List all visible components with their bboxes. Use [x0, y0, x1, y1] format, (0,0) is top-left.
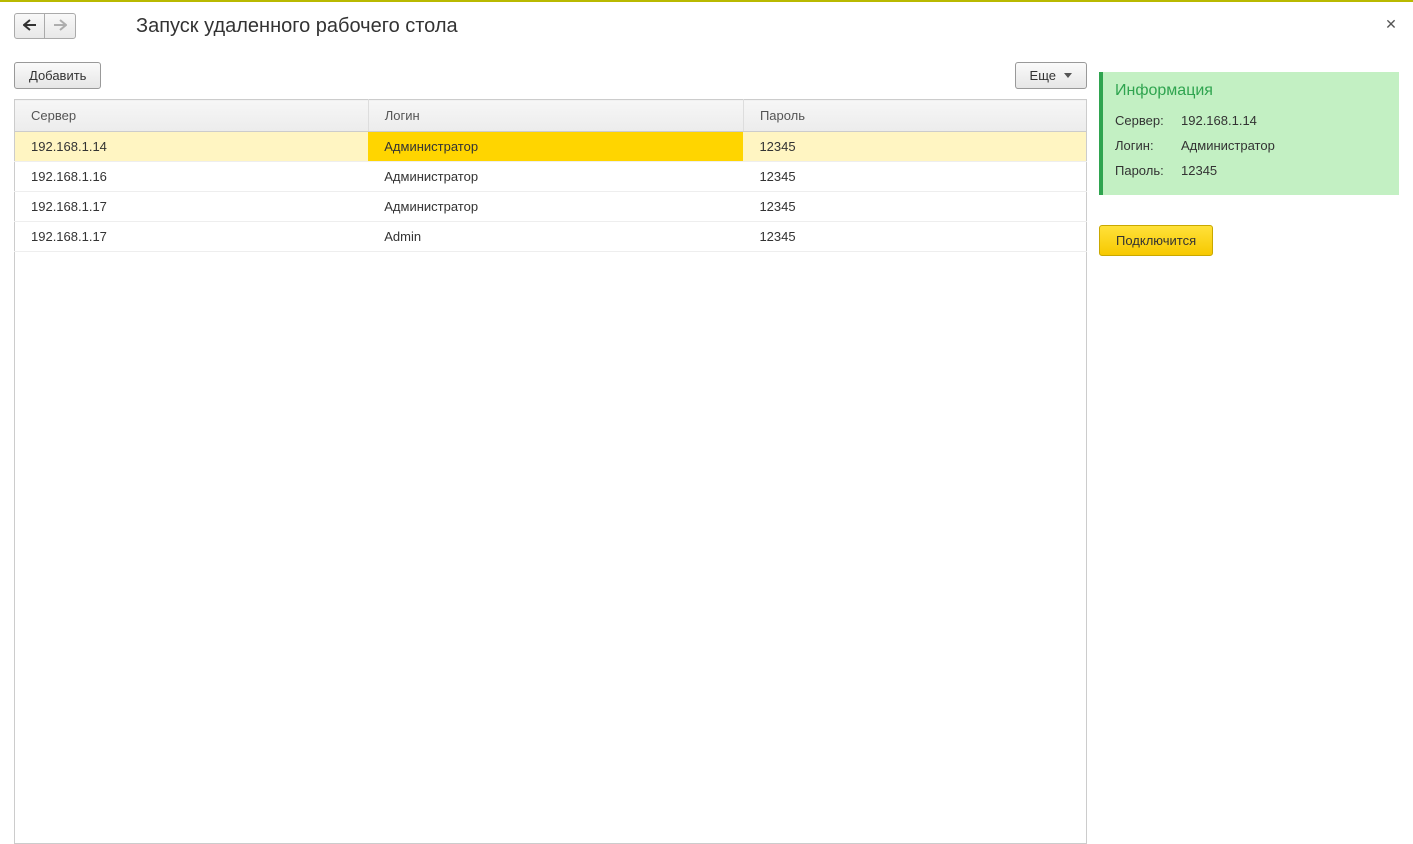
cell-password[interactable]: 12345	[743, 192, 1086, 222]
cell-server[interactable]: 192.168.1.16	[15, 162, 369, 192]
cell-password[interactable]: 12345	[743, 222, 1086, 252]
caret-down-icon	[1064, 73, 1072, 78]
add-button-label: Добавить	[29, 68, 86, 83]
arrow-right-icon	[53, 19, 67, 34]
connect-button[interactable]: Подключится	[1099, 225, 1213, 256]
cell-login[interactable]: Администратор	[368, 132, 743, 162]
cell-server[interactable]: 192.168.1.17	[15, 222, 369, 252]
cell-login[interactable]: Администратор	[368, 192, 743, 222]
cell-login[interactable]: Admin	[368, 222, 743, 252]
cell-server[interactable]: 192.168.1.17	[15, 192, 369, 222]
info-value-server: 192.168.1.14	[1181, 113, 1257, 128]
left-pane: Добавить Еще Сервер Логин Пароль 192.168…	[14, 50, 1087, 844]
info-title: Информация	[1115, 82, 1387, 100]
close-icon: ✕	[1385, 16, 1397, 33]
header-bar: Запуск удаленного рабочего стола ✕	[0, 2, 1413, 50]
info-row-login: Логин: Администратор	[1115, 133, 1387, 158]
arrow-left-icon	[23, 19, 37, 34]
info-label-server: Сервер:	[1115, 113, 1173, 128]
table-empty-area	[14, 252, 1087, 844]
toolbar: Добавить Еще	[14, 62, 1087, 89]
cell-password[interactable]: 12345	[743, 162, 1086, 192]
info-label-password: Пароль:	[1115, 163, 1173, 178]
back-button[interactable]	[15, 14, 45, 38]
cell-login[interactable]: Администратор	[368, 162, 743, 192]
more-button[interactable]: Еще	[1015, 62, 1087, 89]
info-value-login: Администратор	[1181, 138, 1275, 153]
add-button[interactable]: Добавить	[14, 62, 101, 89]
page-title: Запуск удаленного рабочего стола	[136, 15, 458, 38]
table-row[interactable]: 192.168.1.14Администратор12345	[15, 132, 1087, 162]
nav-button-group	[14, 13, 76, 39]
content-area: Добавить Еще Сервер Логин Пароль 192.168…	[0, 50, 1413, 844]
servers-table: Сервер Логин Пароль 192.168.1.14Админист…	[14, 99, 1087, 252]
table-row[interactable]: 192.168.1.17Администратор12345	[15, 192, 1087, 222]
cell-server[interactable]: 192.168.1.14	[15, 132, 369, 162]
info-label-login: Логин:	[1115, 138, 1173, 153]
connect-button-label: Подключится	[1116, 233, 1196, 248]
column-header-server[interactable]: Сервер	[15, 100, 369, 132]
cell-password[interactable]: 12345	[743, 132, 1086, 162]
table-header-row: Сервер Логин Пароль	[15, 100, 1087, 132]
more-button-label: Еще	[1030, 68, 1056, 83]
info-value-password: 12345	[1181, 163, 1217, 178]
info-row-password: Пароль: 12345	[1115, 158, 1387, 183]
right-pane: Информация Сервер: 192.168.1.14 Логин: А…	[1099, 50, 1399, 844]
info-panel: Информация Сервер: 192.168.1.14 Логин: А…	[1099, 72, 1399, 195]
table-row[interactable]: 192.168.1.16Администратор12345	[15, 162, 1087, 192]
column-header-login[interactable]: Логин	[368, 100, 743, 132]
info-row-server: Сервер: 192.168.1.14	[1115, 108, 1387, 133]
close-button[interactable]: ✕	[1383, 16, 1399, 32]
table-row[interactable]: 192.168.1.17Admin12345	[15, 222, 1087, 252]
forward-button[interactable]	[45, 14, 75, 38]
column-header-password[interactable]: Пароль	[743, 100, 1086, 132]
